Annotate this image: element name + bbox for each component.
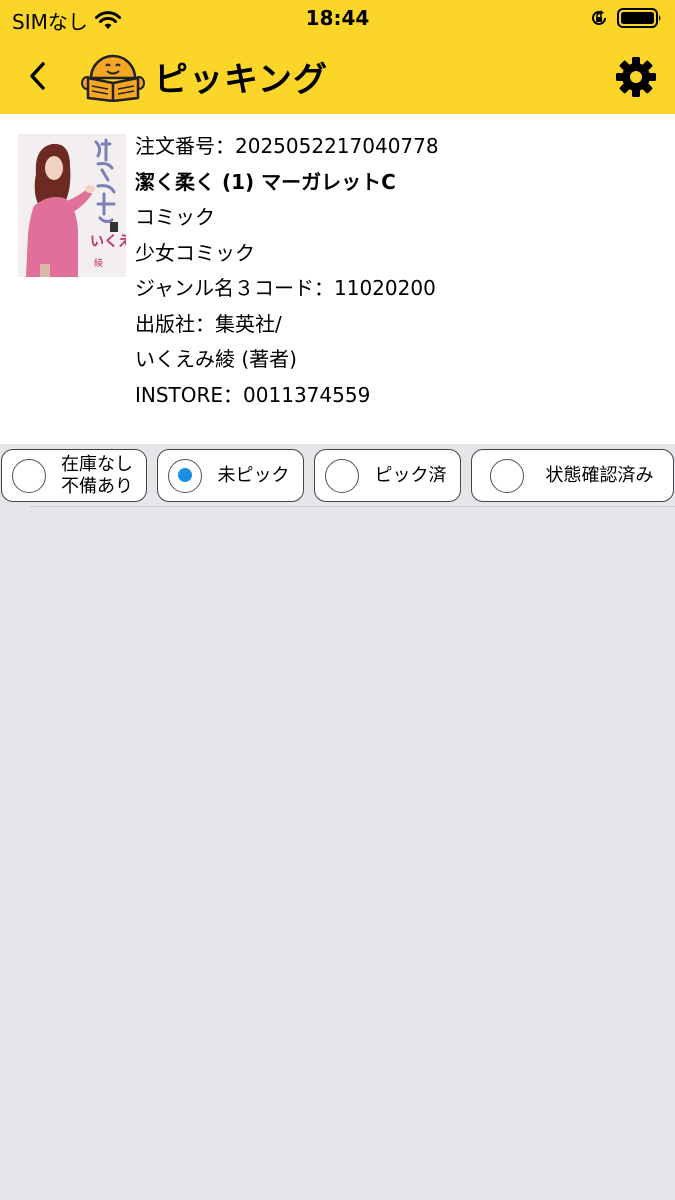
- filter-label-line2: 不備あり: [61, 475, 133, 497]
- radio-button[interactable]: [490, 458, 524, 493]
- publisher: 出版社：集英社/: [135, 311, 282, 336]
- filter-bar: 在庫なし 不備あり 未ピック ピック済 状態確認済み: [0, 449, 675, 503]
- page-title: ピッキング: [154, 60, 328, 100]
- category: コミック: [135, 205, 215, 229]
- svg-text:いくえみ: いくえみ: [90, 234, 126, 250]
- list-divider: [30, 506, 675, 507]
- book-cover-image: いくえみ 綾: [18, 134, 126, 277]
- filter-unpicked[interactable]: 未ピック: [157, 449, 304, 502]
- product-title: 潔く柔く (1) マーガレットC: [135, 169, 396, 194]
- filter-label-line1: 在庫なし: [61, 453, 133, 475]
- product-details: 注文番号：2025052217040778 潔く柔く (1) マーガレットC コ…: [135, 132, 665, 416]
- clock: 18:44: [305, 6, 370, 30]
- filter-status-checked[interactable]: 状態確認済み: [471, 449, 674, 502]
- radio-button[interactable]: [325, 458, 359, 493]
- header: SIMなし 18:44 ピッキング: [0, 0, 675, 114]
- instore-code: INSTORE：0011374559: [135, 382, 371, 407]
- order-number: 注文番号：2025052217040778: [135, 134, 439, 158]
- filter-out-of-stock[interactable]: 在庫なし 不備あり: [1, 449, 147, 502]
- sub-category: 少女コミック: [135, 240, 255, 265]
- back-button[interactable]: [18, 56, 58, 96]
- orientation-lock-icon: [592, 10, 606, 25]
- radio-button[interactable]: [12, 458, 46, 493]
- product-info-card: いくえみ 綾 注文番号：2025052217040778 潔く柔く (1) マー…: [0, 114, 675, 444]
- filter-label: 状態確認済み: [545, 464, 654, 486]
- filter-label: ピック済: [374, 464, 447, 486]
- filter-picked[interactable]: ピック済: [314, 449, 461, 502]
- radio-button-selected[interactable]: [168, 458, 202, 493]
- app-logo-icon: [81, 54, 145, 102]
- status-bar: SIMなし 18:44: [0, 0, 675, 38]
- genre-code: ジャンル名３コード：11020200: [135, 276, 436, 300]
- filter-label: 未ピック: [217, 464, 290, 486]
- gear-icon[interactable]: [615, 56, 657, 98]
- svg-text:綾: 綾: [94, 257, 103, 269]
- author: いくえみ綾 (著者): [135, 347, 297, 371]
- battery-icon: [617, 8, 661, 28]
- nav-bar: ピッキング: [0, 38, 675, 114]
- chevron-left-icon: [30, 62, 45, 90]
- radio-selected-dot: [177, 468, 192, 482]
